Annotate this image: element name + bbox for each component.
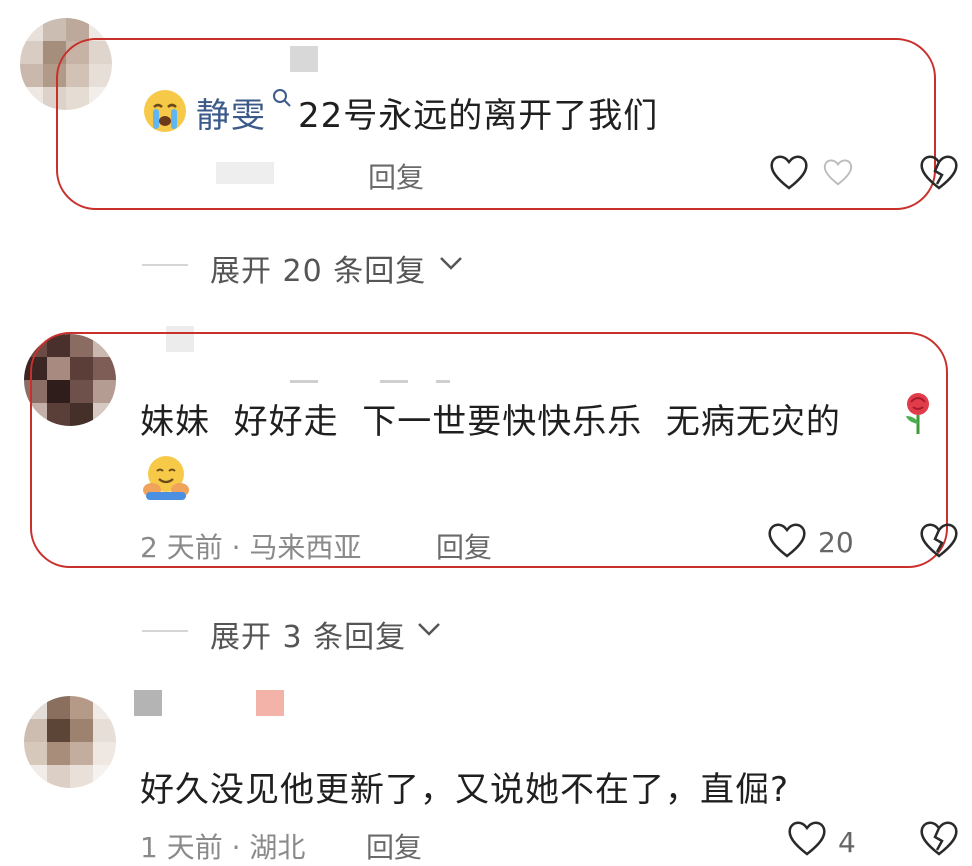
like-icon[interactable] bbox=[786, 818, 828, 858]
like-icon[interactable] bbox=[768, 152, 810, 192]
like-count: 20 bbox=[818, 526, 854, 559]
divider bbox=[142, 630, 188, 632]
reply-button[interactable]: 回复 bbox=[366, 826, 422, 866]
chevron-down-icon[interactable] bbox=[416, 620, 442, 638]
like-count: 4 bbox=[838, 826, 856, 859]
redacted-badge bbox=[134, 690, 162, 716]
hugging-face-emoji bbox=[143, 456, 189, 500]
broken-heart-icon[interactable] bbox=[918, 520, 960, 560]
reply-button[interactable]: 回复 bbox=[368, 156, 424, 196]
comment-text: 22号永远的离开了我们 bbox=[298, 96, 659, 136]
expand-replies-button[interactable]: 展开 3 条回复 bbox=[210, 612, 406, 656]
broken-heart-icon[interactable] bbox=[918, 818, 960, 858]
comment-text: 妹妹 好好走 下一世要快快乐乐 无病无灾的 bbox=[140, 402, 841, 442]
comment-text: 好久没见他更新了，又说她不在了，直倔? bbox=[140, 770, 790, 810]
search-icon bbox=[273, 89, 291, 107]
redacted-badge bbox=[256, 690, 284, 716]
broken-heart-icon[interactable] bbox=[918, 152, 960, 192]
avatar[interactable] bbox=[24, 696, 116, 788]
like-icon[interactable] bbox=[766, 520, 808, 560]
like-icon-faded bbox=[823, 159, 853, 186]
reply-button[interactable]: 回复 bbox=[436, 526, 492, 566]
redacted-meta bbox=[216, 162, 274, 184]
crying-face-emoji bbox=[144, 90, 186, 132]
rose-emoji bbox=[906, 393, 929, 434]
divider bbox=[142, 264, 188, 266]
comment-meta: 2 天前 · 马来西亚 bbox=[140, 531, 362, 564]
comment-meta: 1 天前 · 湖北 bbox=[140, 831, 306, 864]
expand-replies-button[interactable]: 展开 20 条回复 bbox=[210, 246, 426, 290]
chevron-down-icon[interactable] bbox=[438, 254, 464, 272]
username[interactable]: 静雯 bbox=[196, 88, 266, 137]
